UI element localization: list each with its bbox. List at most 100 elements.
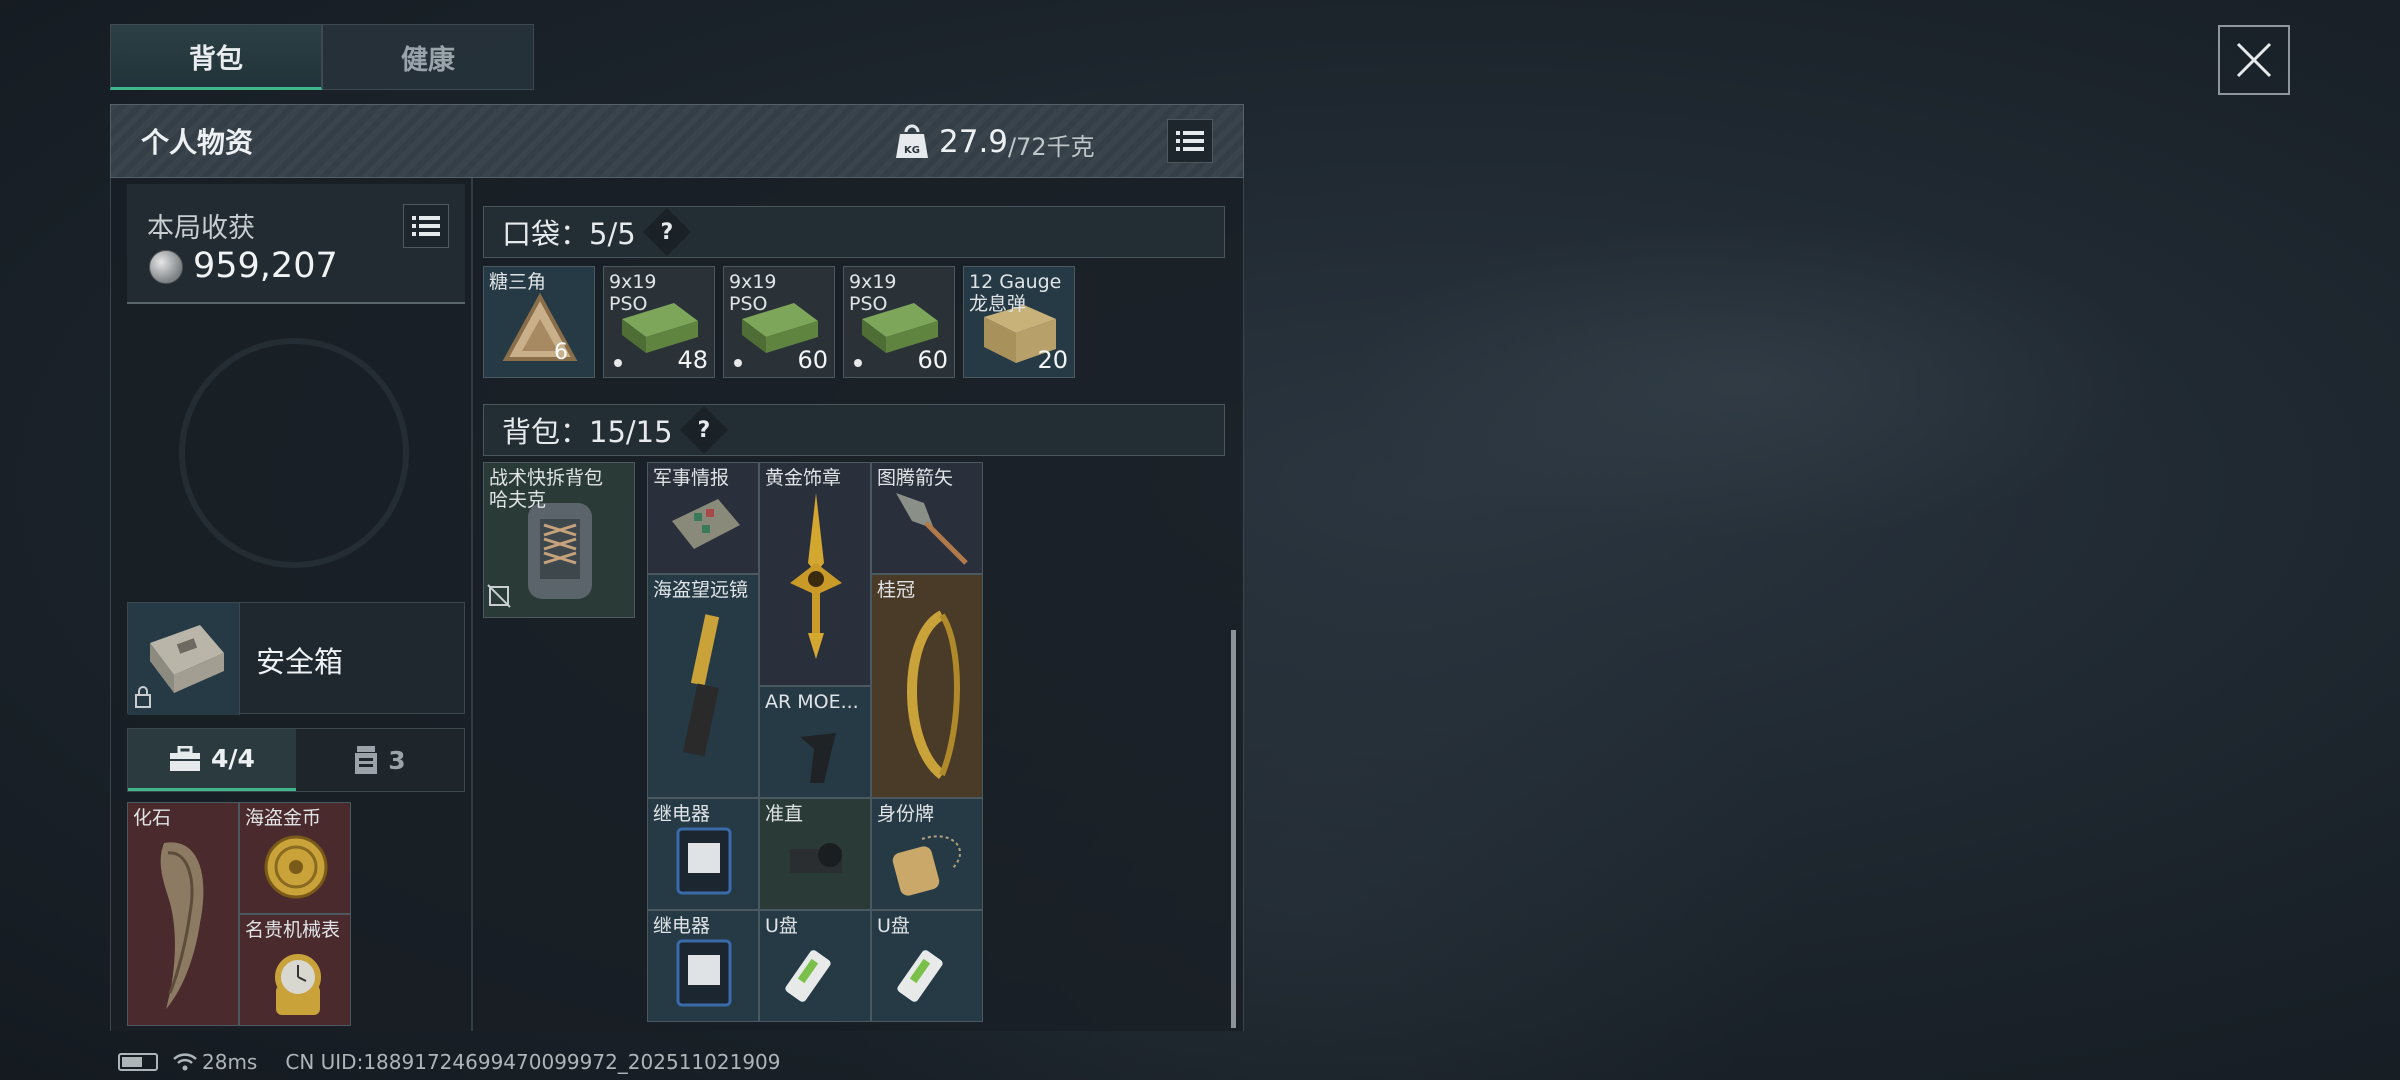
uid-text: CN UID:18891724699470099972_202511021909 <box>285 1050 781 1074</box>
pockets-help-button[interactable]: ? <box>642 207 691 257</box>
bullet-dot-icon <box>854 359 862 367</box>
backpack-item-usb-drive[interactable]: U盘 <box>759 910 871 1022</box>
safe-box-label: 安全箱 <box>256 645 344 679</box>
tab-secure-container[interactable]: 4/4 <box>128 729 296 791</box>
item-name: 名贵机械表 <box>245 919 341 941</box>
safe-box-image <box>128 603 240 715</box>
kg-weight-icon: KG <box>896 124 928 158</box>
item-name: 继电器 <box>653 803 711 825</box>
tab-health[interactable]: 健康 <box>322 24 534 90</box>
safe-box-icon <box>135 625 224 708</box>
pocket-item[interactable]: 12 Gauge 龙息弹 20 <box>963 266 1075 378</box>
canister-icon <box>355 746 378 774</box>
bullet-dot-icon <box>734 359 742 367</box>
item-name: 9x19 PSO <box>609 271 657 315</box>
tab-backpack[interactable]: 背包 <box>110 24 322 90</box>
pocket-item[interactable]: 9x19 PSO 60 <box>723 266 835 378</box>
help-icon: ? <box>660 219 674 245</box>
help-icon: ? <box>697 417 710 443</box>
harvest-list-button[interactable] <box>403 204 449 248</box>
svg-text:6: 6 <box>554 340 568 365</box>
item-pirate-coin[interactable]: 海盗金币 <box>239 802 351 914</box>
inventory-body: 本局收获 959,207 安全箱 4/4 3 化石 海盗金币 名贵机械表 口袋：… <box>110 178 1244 1031</box>
left-column: 本局收获 959,207 安全箱 4/4 3 化石 海盗金币 名贵机械表 <box>111 178 473 1031</box>
panel-title: 个人物资 <box>141 126 254 159</box>
fossil-claw-icon <box>160 842 204 1009</box>
battery-icon <box>118 1053 158 1071</box>
secure-capacity: 4/4 <box>211 744 255 773</box>
item-fossil[interactable]: 化石 <box>127 802 239 1026</box>
equipped-backpack[interactable]: 战术快拆背包 哈夫克 <box>483 462 635 618</box>
harvest-summary: 本局收获 959,207 <box>127 184 465 304</box>
pockets-header: 口袋：5/5 ? <box>483 206 1225 258</box>
gold-badge-icon <box>790 493 842 659</box>
pocket-item[interactable]: 糖三角 6 <box>483 266 595 378</box>
item-name: 9x19 PSO <box>849 271 897 315</box>
toolbox-icon <box>170 745 201 771</box>
item-name: 海盗望远镜 <box>653 579 749 601</box>
harvest-label: 本局收获 <box>147 213 255 244</box>
list-icon <box>1176 131 1204 151</box>
item-name: AR MOE... <box>765 691 859 713</box>
inventory-scrollbar[interactable] <box>1231 630 1236 1028</box>
item-name: 海盗金币 <box>245 807 322 829</box>
item-name: 图腾箭矢 <box>877 467 954 489</box>
backpack-item-pirate-telescope[interactable]: 海盗望远镜 <box>647 574 759 798</box>
backpack-item-military-intel[interactable]: 军事情报 <box>647 462 759 574</box>
item-name: 9x19 PSO <box>729 271 777 315</box>
item-quantity: 48 <box>677 346 708 374</box>
item-name: 糖三角 <box>489 271 547 293</box>
consumables-count: 3 <box>388 745 406 775</box>
harvest-value: 959,207 <box>193 246 338 286</box>
item-name: U盘 <box>765 915 798 937</box>
close-icon <box>2236 42 2272 78</box>
item-name: 军事情报 <box>653 467 730 489</box>
faction-emblem <box>179 338 409 568</box>
item-name: 身份牌 <box>877 803 935 825</box>
item-quantity: 60 <box>797 346 828 374</box>
sort-list-button[interactable] <box>1167 119 1213 163</box>
item-name: 继电器 <box>653 915 711 937</box>
safe-box-slot[interactable]: 安全箱 <box>127 602 465 715</box>
ping-value: 28ms <box>202 1050 258 1074</box>
pocket-item[interactable]: 9x19 PSO 60 <box>843 266 955 378</box>
svg-text:KG: KG <box>904 145 920 156</box>
backpack-help-button[interactable]: ? <box>679 405 728 455</box>
item-name: U盘 <box>877 915 910 937</box>
backpack-header: 背包：15/15 ? <box>483 404 1225 456</box>
backpack-item-relay[interactable]: 继电器 <box>647 910 759 1022</box>
tab-consumables[interactable]: 3 <box>296 729 464 791</box>
backpack-item-relay[interactable]: 继电器 <box>647 798 759 910</box>
laurel-crown-icon <box>907 610 960 779</box>
item-name: 12 Gauge 龙息弹 <box>969 271 1062 315</box>
telescope-icon <box>682 614 720 757</box>
secure-sub-tabs: 4/4 3 <box>127 728 465 792</box>
list-icon <box>412 216 440 236</box>
pockets-label: 口袋：5/5 <box>502 217 636 251</box>
item-name: 准直 <box>765 803 804 825</box>
inventory-header: 个人物资 KG 27.9 /72千克 <box>110 104 1244 178</box>
weight-max: /72千克 <box>1008 133 1095 161</box>
item-name: 黄金饰章 <box>765 467 842 489</box>
top-tabs: 背包 健康 <box>110 24 534 90</box>
item-name: 桂冠 <box>877 579 916 601</box>
item-luxury-watch[interactable]: 名贵机械表 <box>239 914 351 1026</box>
backpack-item-ar-moe-grip[interactable]: AR MOE... <box>759 686 871 798</box>
coin-icon <box>149 250 183 284</box>
pocket-item[interactable]: 9x19 PSO 48 <box>603 266 715 378</box>
wifi-icon <box>173 1053 197 1071</box>
item-quantity: 20 <box>1037 346 1068 374</box>
weight-display: KG 27.9 /72千克 <box>895 121 1095 162</box>
backpack-item-gold-badge[interactable]: 黄金饰章 <box>759 462 871 686</box>
backpack-item-totem-arrow[interactable]: 图腾箭矢 <box>871 462 983 574</box>
backpack-item-dog-tag[interactable]: 身份牌 <box>871 798 983 910</box>
status-bar: 28ms CN UID:18891724699470099972_2025110… <box>118 1050 781 1074</box>
close-button[interactable] <box>2218 25 2290 95</box>
bullet-dot-icon <box>614 359 622 367</box>
backpack-label: 背包：15/15 <box>502 415 673 449</box>
backpack-item-collimator[interactable]: 准直 <box>759 798 871 910</box>
weight-current: 27.9 <box>939 123 1009 160</box>
item-name: 化石 <box>133 807 172 829</box>
backpack-item-usb-drive[interactable]: U盘 <box>871 910 983 1022</box>
backpack-item-laurel[interactable]: 桂冠 <box>871 574 983 798</box>
